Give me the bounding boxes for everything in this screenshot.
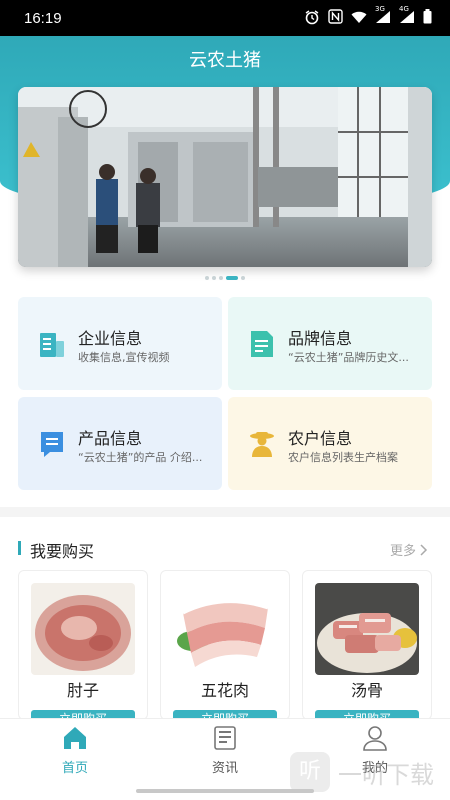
news-icon: [214, 726, 236, 750]
banner-pagination: [0, 276, 450, 280]
home-indicator[interactable]: [136, 789, 314, 793]
card-desc: “云农土猪”品牌历史文...: [288, 351, 409, 364]
product-card[interactable]: 肘子 立即购买: [18, 570, 148, 720]
watermark-logo: 听: [290, 752, 330, 792]
card-company-info[interactable]: 企业信息 收集信息,宣传视频: [18, 297, 222, 390]
alarm-icon: [304, 9, 320, 28]
card-brand-info[interactable]: 品牌信息 “云农土猪”品牌历史文...: [228, 297, 432, 390]
wifi-icon: [351, 10, 367, 27]
product-name: 肘子: [66, 681, 99, 700]
product-name: 五花肉: [200, 681, 249, 700]
farmer-icon: [250, 432, 274, 457]
chevron-right-icon: [420, 543, 428, 556]
battery-icon: [423, 9, 432, 27]
pagination-dot[interactable]: [205, 276, 209, 280]
status-bar: 16:19 3G 4G: [0, 0, 450, 36]
document-icon: [251, 331, 273, 357]
building-icon: [40, 333, 64, 357]
page-title: 云农土猪: [189, 50, 261, 71]
tab-label: 首页: [61, 761, 88, 776]
card-desc: “云农土猪”的产品 介绍...: [78, 451, 203, 464]
section-accent-bar: [18, 541, 21, 555]
net-label-3g: 3G: [375, 4, 385, 13]
card-title: 农户信息: [288, 429, 353, 448]
card-title: 品牌信息: [288, 329, 353, 348]
card-title: 产品信息: [78, 429, 143, 448]
product-card[interactable]: 五花肉 立即购买: [160, 570, 290, 720]
message-doc-icon: [41, 432, 63, 457]
signal-4g-icon: 4G: [399, 5, 415, 27]
product-image-pork-belly: [173, 583, 277, 675]
product-image-pork-knuckle: [31, 583, 135, 675]
pagination-dot[interactable]: [219, 276, 223, 280]
banner-image: [18, 87, 432, 267]
pagination-dot-active[interactable]: [226, 276, 238, 280]
tab-news[interactable]: 资讯: [185, 725, 265, 776]
more-link[interactable]: 更多: [390, 540, 428, 559]
watermark: 听 一听下载: [290, 752, 434, 792]
card-desc: 农户信息列表生产档案: [288, 451, 398, 464]
product-name: 汤骨: [350, 681, 383, 700]
product-card[interactable]: 汤骨 立即购买: [302, 570, 432, 720]
card-title: 企业信息: [78, 329, 143, 348]
section-title: 我要购买: [30, 542, 95, 561]
card-farmer-info[interactable]: 农户信息 农户信息列表生产档案: [228, 397, 432, 490]
signal-3g-icon: 3G: [375, 5, 391, 27]
home-icon: [64, 727, 86, 749]
status-icons: 3G 4G: [304, 5, 432, 28]
status-time: 16:19: [24, 9, 62, 27]
tab-label: 资讯: [211, 761, 238, 776]
pagination-dot[interactable]: [241, 276, 245, 280]
user-icon: [363, 726, 387, 751]
card-product-info[interactable]: 产品信息 “云农土猪”的产品 介绍...: [18, 397, 222, 490]
pagination-dot[interactable]: [212, 276, 216, 280]
tab-home[interactable]: 首页: [35, 725, 115, 776]
more-label: 更多: [389, 544, 416, 559]
banner-carousel[interactable]: [18, 87, 432, 267]
card-desc: 收集信息,宣传视频: [78, 351, 170, 364]
nfc-icon: [328, 9, 343, 27]
product-image-soup-bones: [315, 583, 419, 675]
watermark-text: 一听下载: [338, 760, 434, 789]
section-divider: [0, 507, 450, 517]
net-label-4g: 4G: [399, 4, 409, 13]
